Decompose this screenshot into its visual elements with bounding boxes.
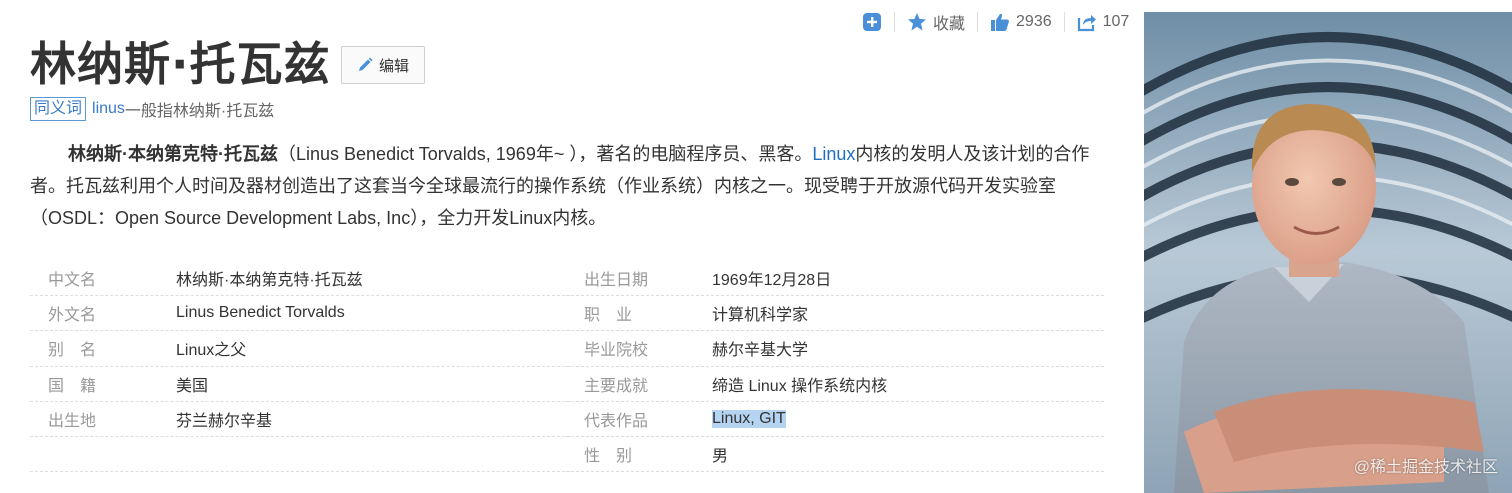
add-button[interactable] <box>862 8 882 36</box>
info-row: 代表作品 Linux, GIT <box>566 402 1104 437</box>
info-key: 主要成就 <box>584 377 649 395</box>
info-row: 中文名 林纳斯·本纳第克特·托瓦兹 <box>30 261 570 297</box>
info-value: 男 <box>712 448 729 466</box>
info-row: 毕业院校 赫尔辛基大学 <box>566 331 1104 367</box>
edit-label: 编辑 <box>378 57 409 75</box>
info-key: 职 业 <box>584 307 633 325</box>
info-key: 出生日期 <box>584 272 649 290</box>
summary-paragraph: 林纳斯·本纳第克特·托瓦兹（Linus Benedict Torvalds, 1… <box>30 138 1110 234</box>
watermark: @稀土掘金技术社区 <box>1353 459 1498 476</box>
info-value: 美国 <box>176 377 209 395</box>
info-value: 林纳斯·本纳第克特·托瓦兹 <box>176 272 363 290</box>
info-row: 性 别男 <box>566 437 1104 473</box>
synonym-text: 一般指林纳斯·托瓦兹 <box>124 103 275 120</box>
divider <box>894 12 895 32</box>
like-button[interactable]: 2936 <box>990 8 1052 36</box>
edit-button[interactable]: 编辑 <box>341 46 425 84</box>
divider <box>1063 12 1065 32</box>
portrait-photo[interactable]: @稀土掘金技术社区 <box>1144 12 1512 493</box>
basic-info-left: 中文名 林纳斯·本纳第克特·托瓦兹 外文名 Linus Benedict Torva… <box>30 261 570 473</box>
plus-square-icon <box>863 13 881 31</box>
info-value: Linux之父 <box>176 342 247 360</box>
divider <box>977 12 979 32</box>
synonym-line: 同义词 linus 一般指林纳斯·托瓦兹 <box>30 95 274 123</box>
info-row: 国 籍 美国 <box>30 367 570 402</box>
info-value: 芬兰赫尔辛基 <box>176 412 273 430</box>
info-value: 计算机科学家 <box>712 307 809 325</box>
entry-actions: 收藏 2936 107 <box>862 8 1129 36</box>
summary-text-1: （Linus Benedict Torvalds, 1969年~ ），著名的电脑… <box>278 144 813 164</box>
info-key: 外文名 <box>48 307 97 325</box>
share-count: 107 <box>1102 13 1130 30</box>
info-row: 外文名 Linus Benedict Torvalds <box>30 296 570 332</box>
info-key: 别 名 <box>48 342 97 360</box>
info-key: 中文名 <box>48 272 97 290</box>
thumbs-up-icon <box>991 13 1009 32</box>
info-value-highlighted[interactable]: Linux, GIT <box>712 409 786 428</box>
info-row: 别 名 Linux之父 <box>30 331 570 367</box>
linux-link[interactable]: Linux <box>812 144 855 164</box>
info-key: 出生地 <box>48 412 97 430</box>
collect-button[interactable]: 收藏 <box>907 8 965 36</box>
info-key: 性 别 <box>584 448 633 466</box>
info-value: 缔造 Linux 操作系统内核 <box>712 377 888 395</box>
basic-info-right: 出生日期 1969年12月28日 职 业 计算机科学家 毕业院校 赫尔辛基大学 主要成… <box>566 261 1104 473</box>
info-value: Linus Benedict Torvalds <box>176 304 345 322</box>
info-row-empty <box>30 437 570 473</box>
synonym-badge: 同义词 <box>30 97 87 121</box>
share-button[interactable]: 107 <box>1077 8 1130 36</box>
pencil-icon <box>358 57 373 71</box>
info-value: 赫尔辛基大学 <box>712 342 809 360</box>
info-row: 出生日期 1969年12月28日 <box>566 261 1104 297</box>
info-key: 毕业院校 <box>584 342 649 360</box>
info-key: 国 籍 <box>48 377 97 395</box>
share-icon <box>1077 15 1096 32</box>
page-title: 林纳斯·托瓦兹 <box>30 37 331 91</box>
info-row: 主要成就 缔造 Linux 操作系统内核 <box>566 367 1104 402</box>
info-row: 出生地 芬兰赫尔辛基 <box>30 402 570 437</box>
info-row: 职 业 计算机科学家 <box>566 296 1104 332</box>
star-icon <box>908 13 926 31</box>
collect-label: 收藏 <box>933 16 966 33</box>
synonym-link[interactable]: linus <box>92 100 125 118</box>
info-key: 代表作品 <box>584 412 649 430</box>
portrait-image <box>1144 12 1512 493</box>
info-value: 1969年12月28日 <box>712 272 832 290</box>
summary-name: 林纳斯·本纳第克特·托瓦兹 <box>68 144 278 164</box>
like-count: 2936 <box>1016 13 1052 30</box>
